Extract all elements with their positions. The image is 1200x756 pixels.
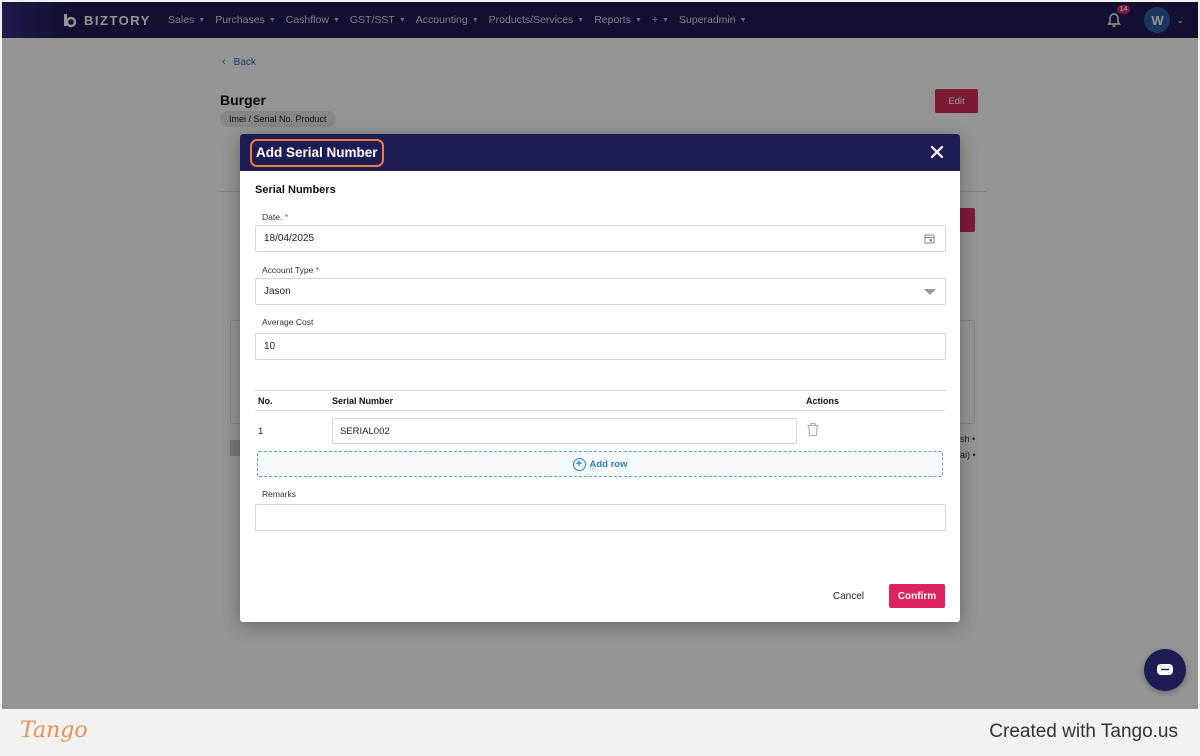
add-row-button[interactable]: + Add row <box>257 451 943 477</box>
required-marker: * <box>284 212 289 222</box>
table-header: No. Serial Number Actions <box>255 391 946 411</box>
chat-icon <box>1157 664 1173 675</box>
account-type-label: Account Type * <box>262 265 946 275</box>
confirm-button[interactable]: Confirm <box>889 584 945 608</box>
serial-cell: SERIAL002 <box>332 418 800 444</box>
app-window: BIZTORY Sales ▼ Purchases ▼ Cashflow ▼ GST/… <box>2 2 1198 709</box>
add-row-label: Add row <box>589 458 628 470</box>
average-cost-group: Average Cost 10 <box>255 317 946 360</box>
serial-number-input[interactable]: SERIAL002 <box>332 418 797 444</box>
serial-number-value: SERIAL002 <box>340 425 390 437</box>
row-number: 1 <box>258 425 264 437</box>
close-button[interactable] <box>928 143 946 161</box>
average-cost-value: 10 <box>264 341 276 352</box>
date-field[interactable]: 18/04/2025 <box>255 225 946 252</box>
title-highlight: Add Serial Number <box>250 138 384 167</box>
required-marker: * <box>315 265 320 275</box>
column-header-actions: Actions <box>806 395 840 406</box>
date-label-text: Date. <box>262 212 283 222</box>
trash-icon[interactable] <box>806 422 820 437</box>
account-type-group: Account Type * Jason <box>255 265 946 305</box>
cancel-button[interactable]: Cancel <box>833 584 864 608</box>
dialog-header: Add Serial Number <box>240 134 960 171</box>
serial-number-table: No. Serial Number Actions 1 SERIAL002 <box>255 390 946 451</box>
add-serial-number-dialog: Add Serial Number Serial Numbers Date. *… <box>240 134 960 622</box>
remarks-label: Remarks <box>262 489 297 499</box>
calendar-icon[interactable] <box>924 233 935 244</box>
remarks-group: Remarks <box>255 489 946 531</box>
account-type-value: Jason <box>264 286 291 297</box>
section-title: Serial Numbers <box>255 184 336 196</box>
tango-logo: Tango <box>20 718 88 743</box>
column-header-serial: Serial Number <box>332 395 394 406</box>
plus-circle-icon: + <box>572 457 586 471</box>
dropdown-arrow-icon <box>924 289 936 295</box>
average-cost-input[interactable]: 10 <box>255 333 946 360</box>
date-value: 18/04/2025 <box>264 233 315 244</box>
dialog-footer: Cancel Confirm <box>240 584 960 608</box>
close-icon <box>930 145 944 159</box>
account-type-select[interactable]: Jason <box>255 278 946 305</box>
table-row: 1 SERIAL002 <box>255 411 946 451</box>
dialog-body: Serial Numbers Date. * 18/04/2025 Accoun… <box>240 184 960 531</box>
dialog-title: Add Serial Number <box>256 144 378 160</box>
remarks-input[interactable] <box>255 504 946 531</box>
average-cost-label: Average Cost <box>262 317 314 327</box>
tango-footer: Tango Created with Tango.us <box>0 709 1200 756</box>
date-label: Date. * <box>262 212 946 222</box>
chat-button[interactable] <box>1144 649 1186 691</box>
column-header-no: No. <box>258 395 273 406</box>
actions-cell <box>800 422 940 440</box>
account-type-label-text: Account Type <box>262 265 314 275</box>
date-group: Date. * 18/04/2025 <box>255 212 946 252</box>
tango-credit: Created with Tango.us <box>989 721 1178 742</box>
